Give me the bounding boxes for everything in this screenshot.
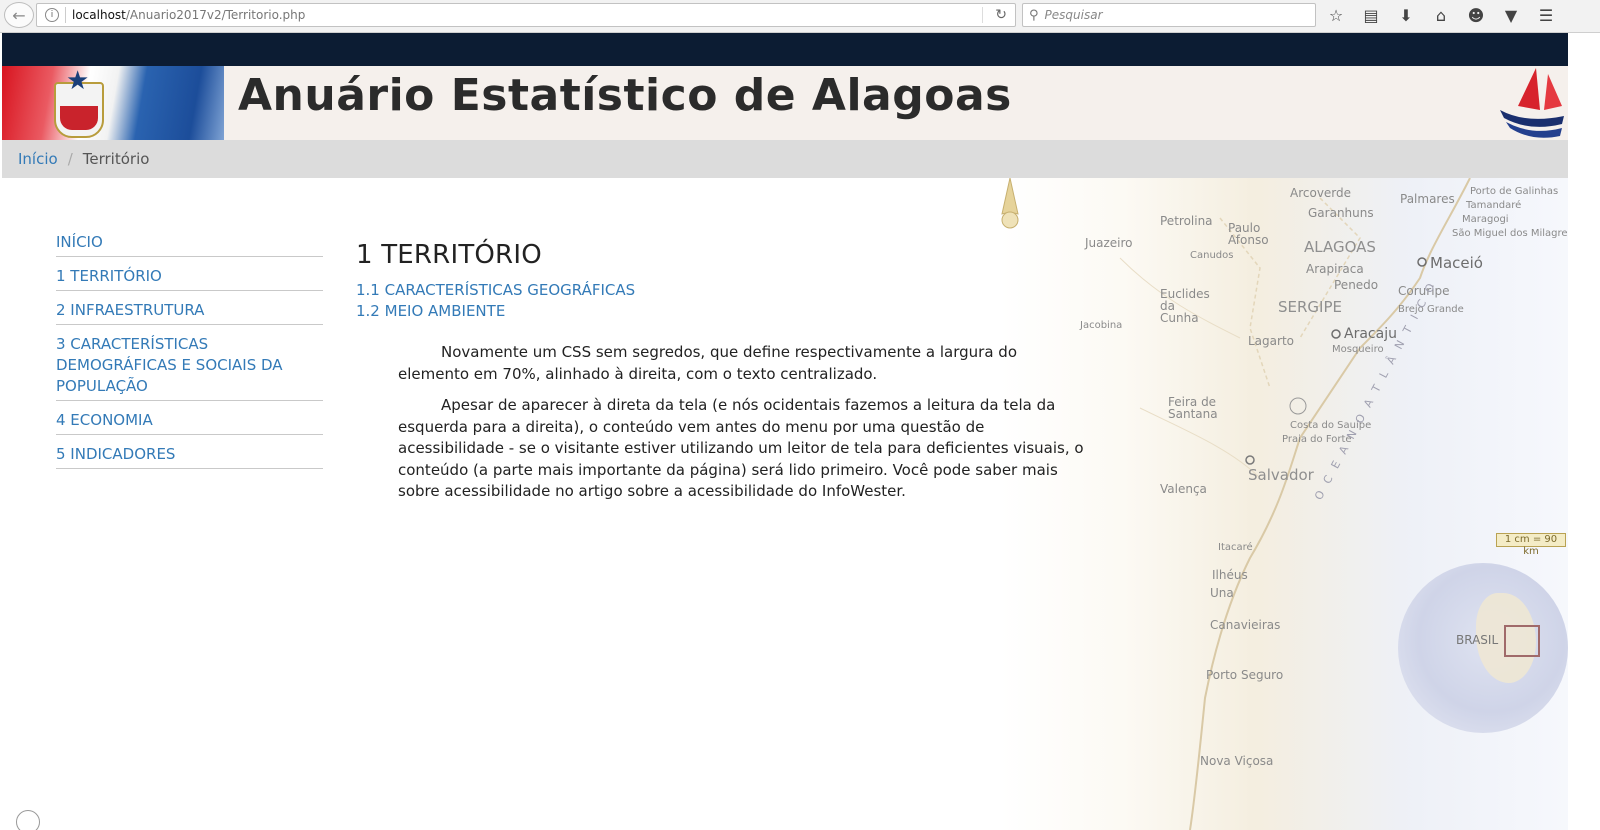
sidebar-item-indicadores[interactable]: 5 INDICADORES [56, 438, 323, 469]
link-meio-ambiente[interactable]: 1.2 MEIO AMBIENTE [356, 301, 1096, 322]
map-label-sergipe: SERGIPE [1278, 298, 1342, 316]
map-label-palmares: Palmares [1400, 192, 1455, 206]
breadcrumb-current: Território [82, 150, 150, 168]
menu-icon[interactable]: ☰ [1534, 4, 1558, 26]
site-header: ★ Anuário Estatístico de Alagoas [2, 66, 1568, 140]
map-label-canavieiras: Canavieiras [1210, 618, 1281, 632]
reload-icon[interactable]: ↻ [995, 7, 1007, 23]
map-label-porto-seguro: Porto Seguro [1206, 668, 1284, 682]
map-label-salvador: Salvador [1248, 466, 1314, 484]
map-label-itacare: Itacaré [1218, 542, 1253, 553]
back-button[interactable]: ← [4, 2, 34, 28]
map-label-porto-galinhas: Porto de Galinhas [1470, 186, 1559, 197]
sidebar-nav: INÍCIO 1 TERRITÓRIO 2 INFRAESTRUTURA 3 C… [56, 226, 323, 469]
sidebar-item-infraestrutura[interactable]: 2 INFRAESTRUTURA [56, 294, 323, 325]
corner-circle-icon [16, 810, 40, 830]
sidebar-item-demograficas[interactable]: 3 CARACTERÍSTICAS DEMOGRÁFICAS E SOCIAIS… [56, 328, 323, 401]
map-label-aracaju: Aracaju [1344, 326, 1397, 342]
map-label-paulo-afonso: Paulo Afonso [1228, 221, 1269, 247]
breadcrumb: Início / Território [2, 140, 1568, 178]
search-input[interactable]: ⚲ Pesquisar [1022, 3, 1316, 27]
search-icon: ⚲ [1029, 7, 1039, 23]
reading-list-icon[interactable]: ▤ [1359, 4, 1383, 26]
site-top-band [2, 33, 1568, 66]
map-label-sao-miguel: São Miguel dos Milagres [1452, 228, 1568, 239]
back-arrow-icon: ← [12, 5, 26, 25]
map-label-feira: Feira de Santana [1168, 395, 1218, 421]
map-label-ilheus: Ilhéus [1212, 568, 1248, 582]
address-bar[interactable]: i localhost/Anuario2017v2/Territorio.php… [36, 3, 1016, 27]
breadcrumb-home-link[interactable]: Início [18, 150, 58, 168]
map-label-petrolina: Petrolina [1160, 214, 1213, 228]
download-icon[interactable]: ⬇ [1394, 4, 1418, 26]
map-label-penedo: Penedo [1334, 278, 1379, 292]
alagoas-flag-image: ★ [2, 66, 224, 140]
star-icon[interactable]: ☆ [1324, 4, 1348, 26]
map-label-alagoas: ALAGOAS [1304, 238, 1376, 256]
crest-red-field [60, 106, 98, 130]
compass-icon [1001, 178, 1019, 229]
breadcrumb-separator: / [67, 150, 73, 168]
paragraph: Novamente um CSS sem segredos, que defin… [398, 343, 1017, 383]
map-label-una: Una [1210, 586, 1234, 600]
content-text: Novamente um CSS sem segredos, que defin… [398, 342, 1088, 503]
paragraph: Apesar de aparecer à direta da tela (e n… [398, 396, 1084, 500]
boat-logo-icon [1500, 68, 1564, 138]
map-label-maceio: Maceió [1430, 254, 1483, 272]
url-host: localhost [72, 8, 126, 22]
map-label-arapiraca: Arapiraca [1306, 262, 1364, 276]
link-caracteristicas-geograficas[interactable]: 1.1 CARACTERÍSTICAS GEOGRÁFICAS [356, 280, 1096, 301]
globe-highlight-box [1504, 625, 1540, 657]
sidebar-item-economia[interactable]: 4 ECONOMIA [56, 404, 323, 435]
map-label-maragogi: Maragogi [1462, 214, 1509, 225]
map-label-euclides: Euclides da Cunha [1160, 287, 1210, 325]
sidebar-item-territorio[interactable]: 1 TERRITÓRIO [56, 260, 323, 291]
sidebar-item-inicio[interactable]: INÍCIO [56, 226, 323, 257]
map-label-mosqueiro: Mosqueiro [1332, 344, 1384, 355]
reload-divider [982, 7, 983, 23]
map-label-arcoverde: Arcoverde [1290, 186, 1352, 200]
browser-toolbar: ← i localhost/Anuario2017v2/Territorio.p… [0, 0, 1600, 33]
home-icon[interactable]: ⌂ [1429, 4, 1453, 26]
map-label-valenca: Valença [1160, 482, 1207, 496]
map-label-garanhuns: Garanhuns [1308, 206, 1374, 220]
toolbar-icons: ☆ ▤ ⬇ ⌂ ☻ ▼ ☰ [1324, 4, 1558, 26]
address-divider [65, 7, 66, 23]
map-label-nova-vicosa: Nova Viçosa [1200, 754, 1274, 768]
map-scale: 1 cm = 90 km [1496, 533, 1566, 557]
map-label-tamandare: Tamandaré [1466, 200, 1522, 211]
globe-label-brasil: BRASIL [1456, 633, 1499, 647]
chat-icon[interactable]: ☻ [1464, 4, 1488, 26]
page-title: 1 TERRITÓRIO [356, 240, 542, 270]
star-icon: ★ [66, 66, 90, 96]
globe-inset: BRASIL [1398, 563, 1568, 733]
pocket-icon[interactable]: ▼ [1499, 4, 1523, 26]
search-placeholder: Pesquisar [1044, 8, 1103, 22]
url-path: /Anuario2017v2/Territorio.php [125, 8, 306, 22]
map-label-canudos: Canudos [1190, 250, 1234, 261]
map-label-lagarto: Lagarto [1248, 334, 1294, 348]
main-content: 1 TERRITÓRIO 1.1 CARACTERÍSTICAS GEOGRÁF… [356, 240, 1096, 513]
site-title: Anuário Estatístico de Alagoas [238, 70, 1012, 121]
info-icon[interactable]: i [45, 8, 59, 22]
